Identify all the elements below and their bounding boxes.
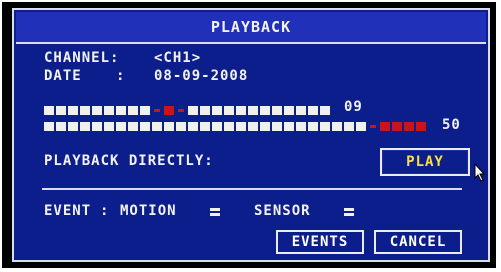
motion-checkbox[interactable] [210,207,220,217]
hour-timeline-bar[interactable] [44,106,332,115]
timeline-segment [248,106,258,115]
timeline-segment [200,106,210,115]
timeline-segment [68,106,78,115]
timeline-segment [80,122,90,131]
screen-frame: PLAYBACK CHANNEL: <CH1> DATE : 08-09-200… [2,2,496,268]
timeline-segment [320,122,330,131]
date-value[interactable]: 08-09-2008 [154,68,248,84]
hour-value: 09 [344,99,363,115]
timeline-marker [416,122,426,131]
playback-directly-label: PLAYBACK DIRECTLY: [44,153,214,169]
channel-label: CHANNEL: [44,50,120,66]
timeline-marker [404,122,414,131]
timeline-marker [380,122,390,131]
events-button[interactable]: EVENTS [276,230,364,254]
timeline-segment [308,106,318,115]
mouse-pointer-icon [474,163,486,182]
timeline-segment [92,106,102,115]
timeline-segment [272,106,282,115]
timeline-segment [128,122,138,131]
event-separator: : [100,203,110,219]
timeline-segment [320,106,330,115]
dialog-title: PLAYBACK [16,12,486,44]
timeline-segment [284,106,294,115]
timeline-segment [164,122,174,131]
section-divider [42,188,462,190]
minute-timeline-bar[interactable] [44,122,428,131]
minute-value: 50 [442,117,461,133]
timeline-segment [56,122,66,131]
timeline-segment [116,106,126,115]
timeline-segment [272,122,282,131]
timeline-segment [104,122,114,131]
timeline-segment [44,122,54,131]
timeline-segment [296,106,306,115]
timeline-segment [224,106,234,115]
timeline-arrow-icon [152,106,162,115]
channel-value[interactable]: <CH1> [154,50,201,66]
timeline-segment [236,106,246,115]
timeline-segment [296,122,306,131]
timeline-marker [164,106,174,115]
date-label: DATE [44,68,82,84]
timeline-segment [224,122,234,131]
timeline-segment [188,122,198,131]
timeline-segment [344,122,354,131]
timeline-segment [260,122,270,131]
cancel-button[interactable]: CANCEL [374,230,462,254]
timeline-marker [392,122,402,131]
timeline-arrow-icon [368,122,378,131]
motion-label: MOTION [120,203,177,219]
timeline-segment [332,122,342,131]
timeline-segment [176,122,186,131]
timeline-segment [140,122,150,131]
timeline-segment [188,106,198,115]
timeline-segment [212,106,222,115]
date-separator: : [116,68,126,84]
timeline-arrow-icon [176,106,186,115]
timeline-segment [248,122,258,131]
timeline-segment [92,122,102,131]
timeline-segment [80,106,90,115]
timeline-segment [104,106,114,115]
timeline-segment [356,122,366,131]
timeline-segment [200,122,210,131]
timeline-segment [68,122,78,131]
timeline-segment [212,122,222,131]
timeline-segment [284,122,294,131]
timeline-segment [152,122,162,131]
timeline-segment [44,106,54,115]
sensor-label: SENSOR [254,203,311,219]
timeline-segment [308,122,318,131]
play-button[interactable]: PLAY [380,148,470,176]
playback-dialog: PLAYBACK CHANNEL: <CH1> DATE : 08-09-200… [12,8,490,262]
event-label: EVENT [44,203,92,219]
timeline-segment [128,106,138,115]
timeline-segment [140,106,150,115]
timeline-segment [260,106,270,115]
timeline-segment [116,122,126,131]
sensor-checkbox[interactable] [344,207,354,217]
timeline-segment [236,122,246,131]
timeline-segment [56,106,66,115]
